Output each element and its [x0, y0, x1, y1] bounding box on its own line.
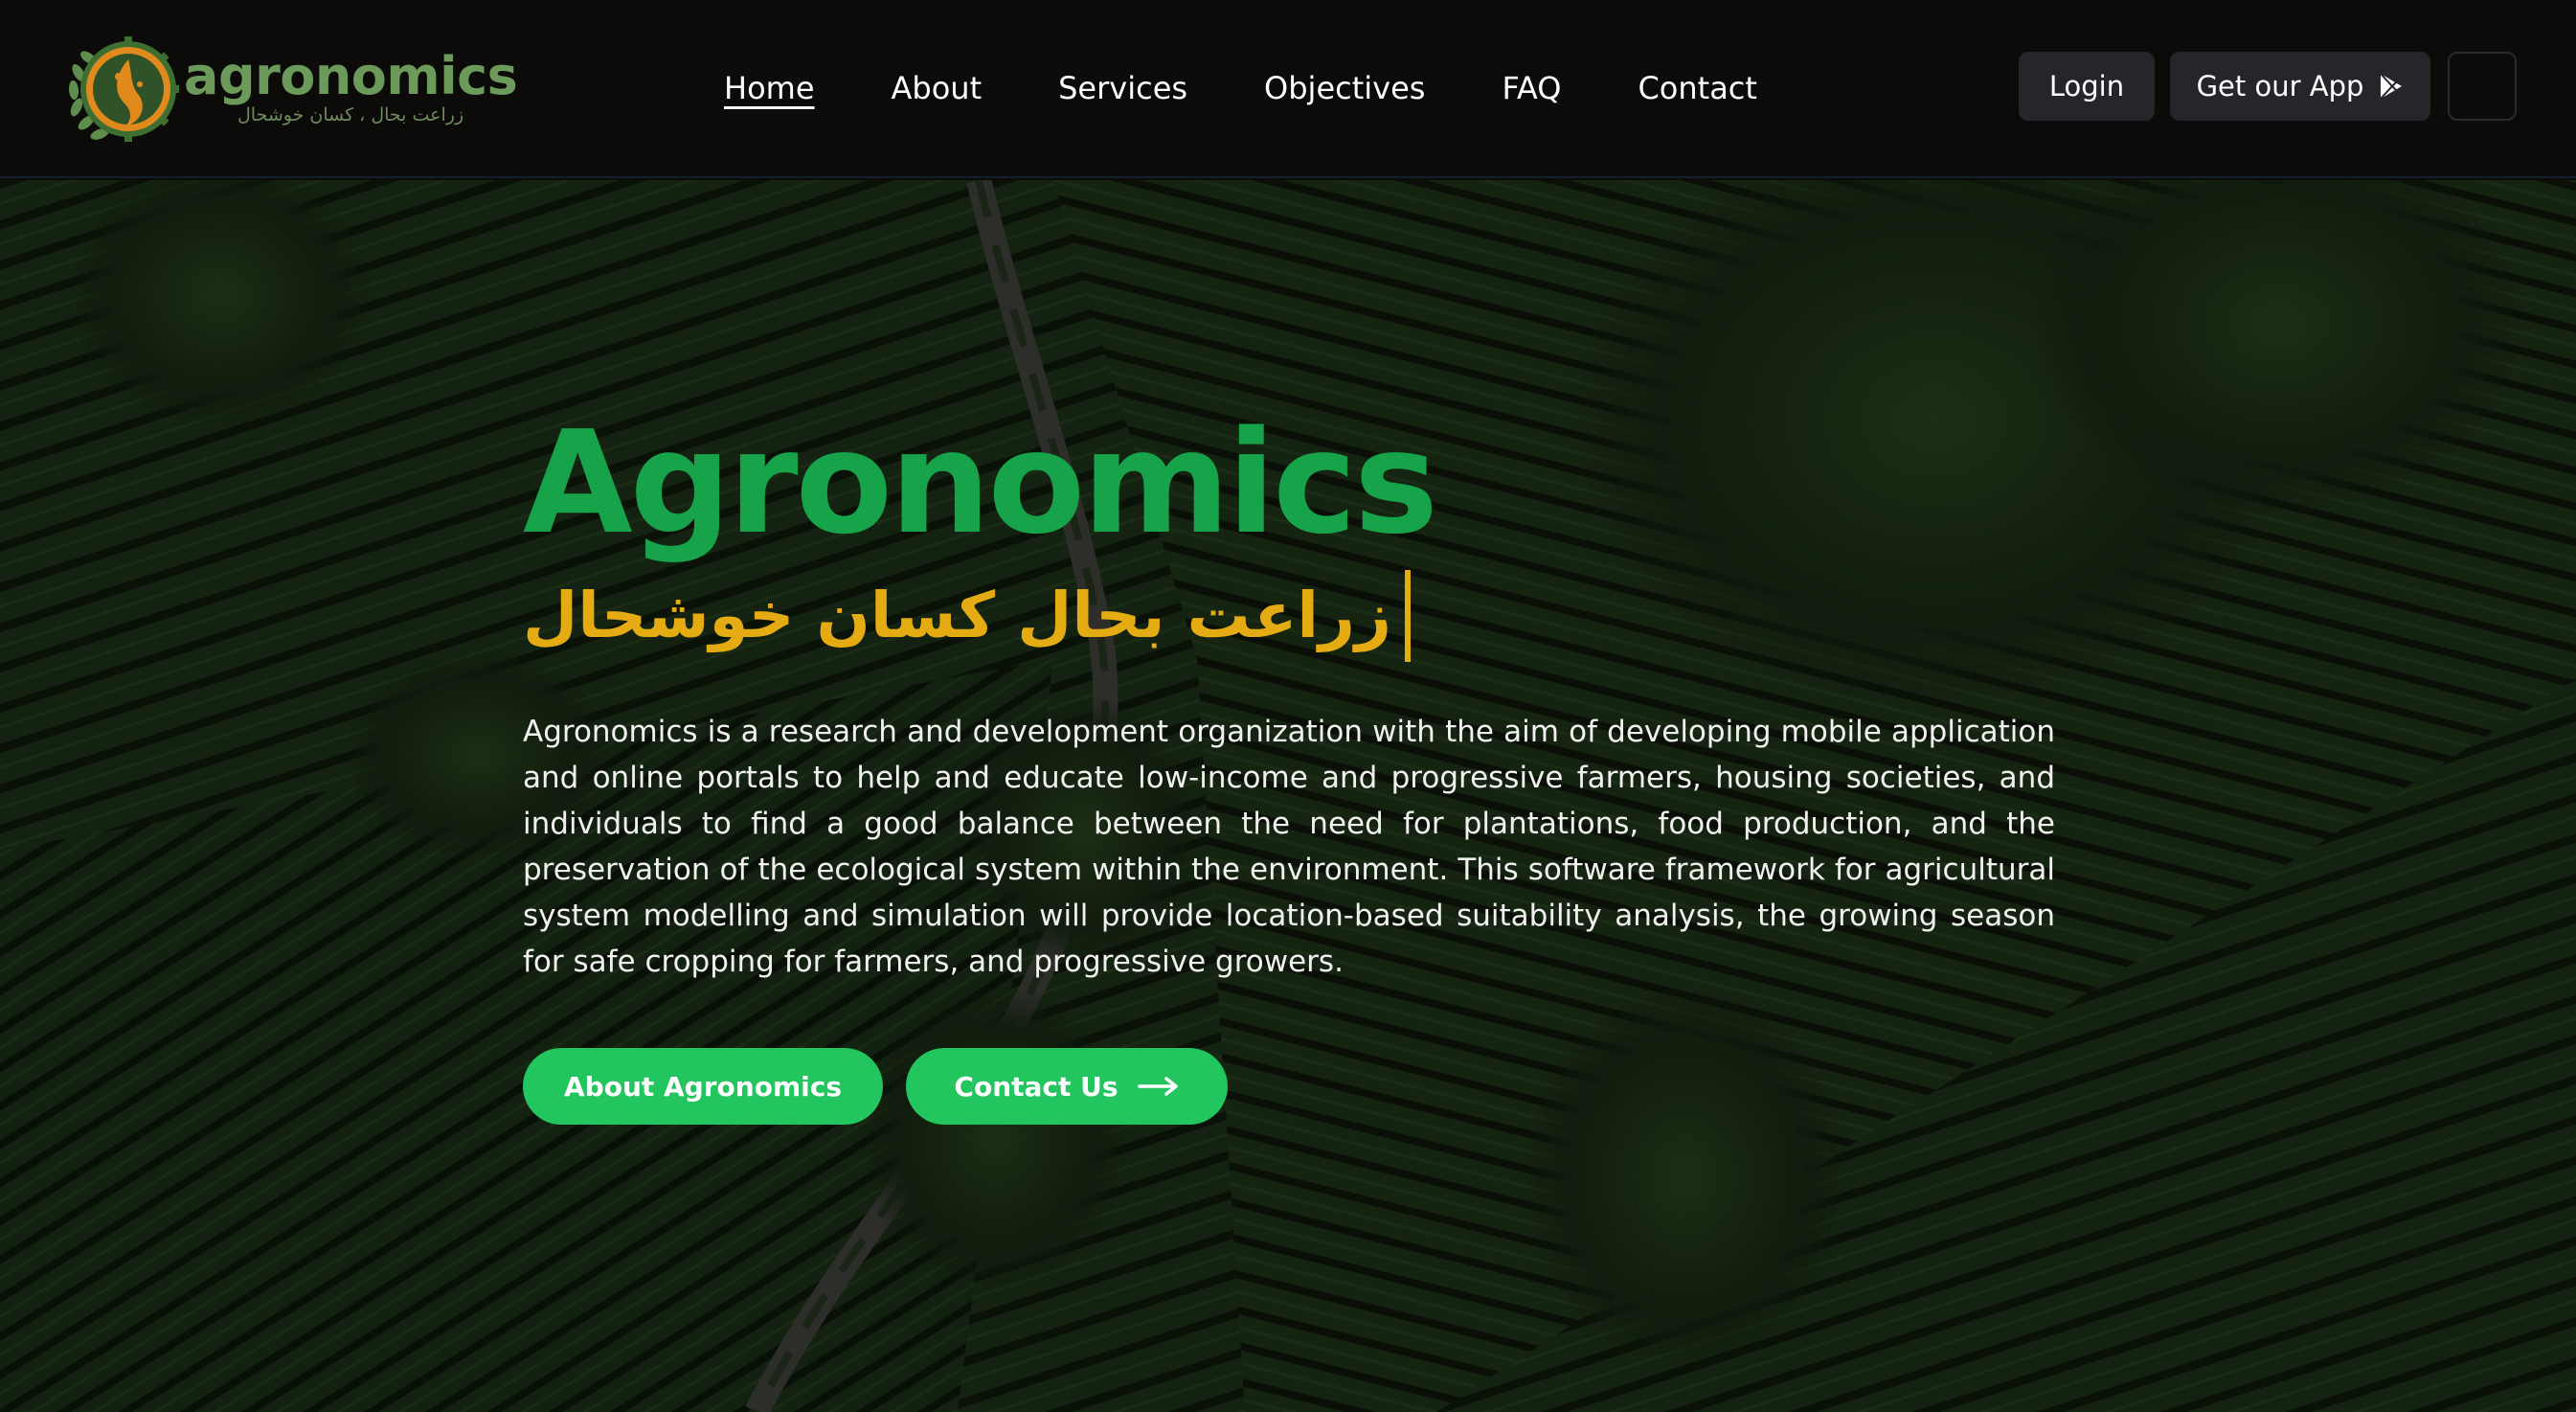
brand-logo-link[interactable]: agronomics زراعت بحال ، کسان خوشحال [65, 34, 518, 144]
play-store-icon [2380, 73, 2403, 100]
nav-link-contact[interactable]: Contact [1638, 69, 1757, 107]
main-nav: Home About Services Objectives FAQ Conta… [724, 61, 1757, 115]
get-app-button-label: Get our App [2196, 70, 2364, 102]
login-button-label: Login [2048, 70, 2125, 102]
brand-name: agronomics [184, 46, 518, 106]
typing-cursor [1405, 570, 1412, 662]
contact-us-button[interactable]: Contact Us [906, 1048, 1228, 1125]
about-agronomics-button-label: About Agronomics [564, 1070, 842, 1103]
menu-toggle-button[interactable] [2448, 52, 2517, 121]
hero-subtitle-row: زراعت بحال کسان خوشحال [523, 563, 2055, 669]
get-app-button[interactable]: Get our App [2170, 52, 2430, 121]
nav-link-home[interactable]: Home [724, 69, 815, 107]
nav-link-about[interactable]: About [892, 69, 983, 107]
login-button[interactable]: Login [2019, 52, 2155, 121]
nav-link-faq[interactable]: FAQ [1502, 69, 1561, 107]
hero-content: Agronomics زراعت بحال کسان خوشحال Agrono… [523, 406, 2055, 1125]
hero-actions: About Agronomics Contact Us [523, 1048, 2055, 1125]
top-navbar: agronomics زراعت بحال ، کسان خوشحال Home… [0, 0, 2576, 178]
hero-section: Agronomics زراعت بحال کسان خوشحال Agrono… [0, 180, 2576, 1412]
hero-urdu-subtitle: زراعت بحال کسان خوشحال [523, 579, 1392, 652]
contact-us-button-label: Contact Us [954, 1070, 1119, 1103]
about-agronomics-button[interactable]: About Agronomics [523, 1048, 883, 1125]
hero-description: Agronomics is a research and development… [523, 715, 2055, 979]
brand-tagline: زراعت بحال ، کسان خوشحال [237, 104, 464, 125]
hero-title: Agronomics [523, 400, 1438, 565]
nav-link-objectives[interactable]: Objectives [1264, 69, 1425, 107]
nav-link-services[interactable]: Services [1058, 69, 1187, 107]
agronomics-logo-icon [68, 36, 179, 142]
arrow-right-icon [1137, 1077, 1178, 1096]
